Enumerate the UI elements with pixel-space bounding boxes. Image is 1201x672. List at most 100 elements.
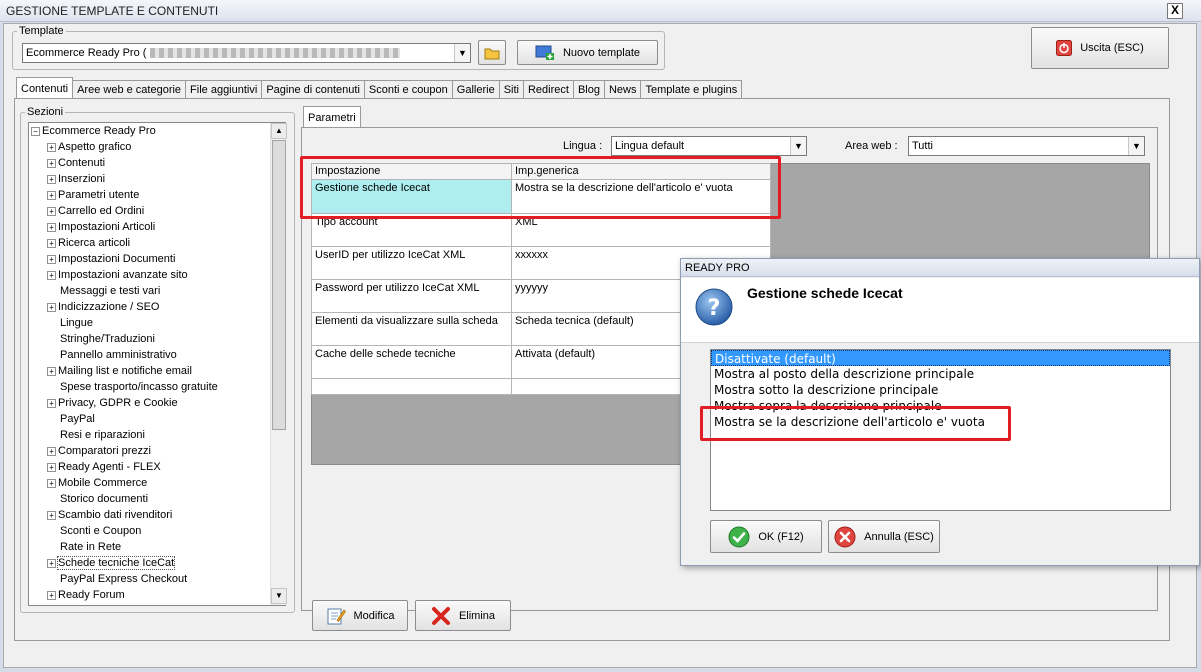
tree-item[interactable]: + Scambio dati rivenditori xyxy=(29,507,285,523)
expand-icon[interactable]: + xyxy=(47,510,56,520)
expand-icon[interactable]: + xyxy=(47,366,56,376)
cancel-button[interactable]: Annulla (ESC) xyxy=(828,520,940,553)
dialog-titlebar: READY PRO xyxy=(681,259,1199,277)
tree-item[interactable]: Stringhe/Traduzioni xyxy=(29,331,285,347)
tree-item[interactable]: Sconti e Coupon xyxy=(29,523,285,539)
dialog-title: READY PRO xyxy=(685,262,750,274)
tab-item[interactable]: File aggiuntivi xyxy=(185,80,263,98)
expand-icon[interactable]: + xyxy=(47,478,56,488)
tree-item[interactable]: Rate in Rete xyxy=(29,539,285,555)
tree-item[interactable]: Lingue xyxy=(29,315,285,331)
tree-item[interactable]: + Impostazioni Articoli xyxy=(29,219,285,235)
scroll-up-icon[interactable]: ▲ xyxy=(271,123,287,139)
tree-item[interactable]: + Privacy, GDPR e Cookie xyxy=(29,395,285,411)
tree-item[interactable]: + Ready Forum xyxy=(29,587,285,603)
tab-item[interactable]: Pagine di contenuti xyxy=(261,80,365,98)
tree-item[interactable]: Pannello amministrativo xyxy=(29,347,285,363)
tree-item[interactable]: + Aspetto grafico xyxy=(29,139,285,155)
tree-item[interactable]: Storico documenti xyxy=(29,491,285,507)
expand-icon[interactable]: + xyxy=(47,558,56,568)
chevron-down-icon[interactable]: ▼ xyxy=(790,137,806,155)
tab-item[interactable]: Siti xyxy=(498,80,524,98)
tab-item[interactable]: Blog xyxy=(572,80,605,98)
tree-item[interactable]: PayPal xyxy=(29,411,285,427)
tree-item-label: Comparatori prezzi xyxy=(58,445,151,457)
expand-icon[interactable]: + xyxy=(47,398,56,408)
tab-item[interactable]: Gallerie xyxy=(451,80,500,98)
tree-item[interactable]: PayPal Express Checkout xyxy=(29,571,285,587)
tree-item[interactable]: + Inserzioni xyxy=(29,171,285,187)
cancel-icon xyxy=(834,526,856,547)
tree-item-label: Aspetto grafico xyxy=(58,141,132,153)
expand-icon[interactable]: + xyxy=(47,142,56,152)
chevron-down-icon[interactable]: ▼ xyxy=(1128,137,1144,155)
new-template-button[interactable]: Nuovo template xyxy=(517,40,658,65)
expand-icon[interactable]: + xyxy=(47,174,56,184)
lingua-select[interactable]: Lingua default ▼ xyxy=(611,136,807,156)
tree-item[interactable]: + Mobile Commerce xyxy=(29,475,285,491)
tree-item[interactable]: + Ready Agenti - FLEX xyxy=(29,459,285,475)
expand-icon[interactable]: + xyxy=(47,158,56,168)
tree-item-label: PayPal Express Checkout xyxy=(60,573,188,585)
expand-icon[interactable]: + xyxy=(47,206,56,216)
option-item[interactable]: Mostra al posto della descrizione princi… xyxy=(711,366,1170,382)
scroll-thumb[interactable] xyxy=(272,140,286,430)
tree-item[interactable]: + Impostazioni avanzate sito xyxy=(29,267,285,283)
tab-item[interactable]: Aree web e categorie xyxy=(72,80,187,98)
template-group-label: Template xyxy=(19,25,64,37)
tree-item-label: Storico documenti xyxy=(60,493,149,505)
area-web-select[interactable]: Tutti ▼ xyxy=(908,136,1145,156)
expand-icon[interactable]: + xyxy=(47,446,56,456)
collapse-icon[interactable]: − xyxy=(31,126,40,136)
tree-item[interactable]: + Impostazioni Documenti xyxy=(29,251,285,267)
tab-item[interactable]: Template e plugins xyxy=(640,80,743,98)
exit-button[interactable]: Uscita (ESC) xyxy=(1031,27,1169,69)
tab-item[interactable]: Contenuti xyxy=(16,77,74,98)
tree-item[interactable]: Spese trasporto/incasso gratuite xyxy=(29,379,285,395)
expand-icon[interactable]: + xyxy=(47,270,56,280)
chevron-down-icon[interactable]: ▼ xyxy=(454,44,470,62)
params-tabs: Parametri xyxy=(303,106,361,127)
open-folder-button[interactable] xyxy=(478,40,506,65)
tree-item-label: Inserzioni xyxy=(58,173,106,185)
tree-item[interactable]: Resi e riparazioni xyxy=(29,427,285,443)
sections-tree[interactable]: − Ecommerce Ready Pro + Aspetto grafico + Co… xyxy=(28,122,286,606)
tree-item[interactable]: Messaggi e testi vari xyxy=(29,283,285,299)
tree-item[interactable]: + Comparatori prezzi xyxy=(29,443,285,459)
tab-parametri[interactable]: Parametri xyxy=(303,106,361,127)
tab-item[interactable]: Redirect xyxy=(522,80,574,98)
option-item[interactable]: Disattivate (default) xyxy=(711,350,1170,366)
tab-item[interactable]: News xyxy=(603,80,642,98)
expand-icon[interactable]: + xyxy=(47,222,56,232)
expand-icon[interactable]: + xyxy=(47,238,56,248)
expand-icon[interactable]: + xyxy=(47,254,56,264)
template-select[interactable]: Ecommerce Ready Pro ( ▼ xyxy=(22,43,471,63)
tree-item[interactable]: + Mailing list e notifiche email xyxy=(29,363,285,379)
tree-item[interactable]: + Indicizzazione / SEO xyxy=(29,299,285,315)
tree-item[interactable]: + Schede tecniche IceCat xyxy=(29,555,285,571)
expand-icon[interactable]: + xyxy=(47,462,56,472)
tree-item-label: Ready Agenti - FLEX xyxy=(58,461,161,473)
sections-scrollbar[interactable]: ▲ ▼ xyxy=(270,123,287,605)
expand-icon[interactable]: + xyxy=(47,590,56,600)
tree-item[interactable]: + Contenuti xyxy=(29,155,285,171)
tree-item-label: Pannello amministrativo xyxy=(60,349,177,361)
ok-button[interactable]: OK (F12) xyxy=(710,520,822,553)
elimina-button[interactable]: Elimina xyxy=(415,600,511,631)
grid-cell-setting[interactable]: Elementi da visualizzare sulla scheda xyxy=(311,312,512,346)
grid-cell-setting[interactable]: UserID per utilizzo IceCat XML xyxy=(311,246,512,280)
tree-item[interactable]: + Ricerca articoli xyxy=(29,235,285,251)
expand-icon[interactable]: + xyxy=(47,302,56,312)
expand-icon[interactable]: + xyxy=(47,190,56,200)
option-item[interactable]: Mostra sotto la descrizione principale xyxy=(711,382,1170,398)
tab-item[interactable]: Sconti e coupon xyxy=(363,80,453,98)
tree-item[interactable]: + Carrello ed Ordini xyxy=(29,203,285,219)
tree-root[interactable]: − Ecommerce Ready Pro xyxy=(29,123,285,139)
close-icon[interactable]: X xyxy=(1167,3,1183,19)
scroll-down-icon[interactable]: ▼ xyxy=(271,588,287,604)
area-web-value: Tutti xyxy=(912,140,933,152)
tree-item[interactable]: + Parametri utente xyxy=(29,187,285,203)
modifica-button[interactable]: Modifica xyxy=(312,600,408,631)
grid-cell-setting[interactable]: Password per utilizzo IceCat XML xyxy=(311,279,512,313)
grid-cell-setting[interactable]: Cache delle schede tecniche xyxy=(311,345,512,379)
